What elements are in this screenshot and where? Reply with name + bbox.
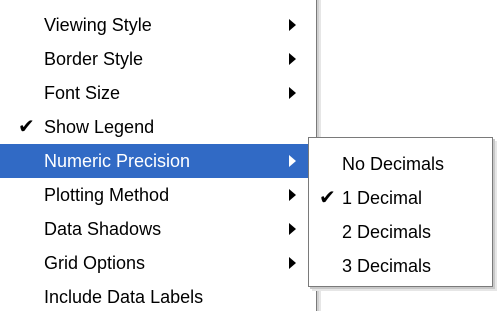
menu-item-label: Viewing Style	[44, 15, 152, 35]
submenu-arrow-icon	[289, 223, 296, 235]
menu-item-label: Data Shadows	[44, 219, 162, 239]
submenu-arrow-icon	[289, 189, 296, 201]
context-menu: Viewing Style Border Style Font Size ✔ S…	[0, 0, 317, 311]
submenu-item-3-decimals[interactable]: 3 Decimals	[309, 249, 492, 283]
checkmark-icon: ✔	[18, 116, 35, 138]
submenu-item-label: 2 Decimals	[342, 222, 432, 242]
menu-item-viewing-style[interactable]: Viewing Style	[0, 8, 316, 42]
menu-item-label: Font Size	[44, 83, 121, 103]
menu-item-border-style[interactable]: Border Style	[0, 42, 316, 76]
checkmark-icon: ✔	[319, 187, 336, 209]
menu-item-label: Numeric Precision	[44, 151, 191, 171]
submenu-arrow-icon	[289, 155, 296, 167]
menu-item-label: Grid Options	[44, 253, 146, 273]
menu-item-numeric-precision[interactable]: Numeric Precision	[0, 144, 316, 178]
menu-item-label: Plotting Method	[44, 185, 170, 205]
menu-item-label: Show Legend	[44, 117, 155, 137]
submenu-item-no-decimals[interactable]: No Decimals	[309, 147, 492, 181]
submenu-arrow-icon	[289, 87, 296, 99]
screen: Viewing Style Border Style Font Size ✔ S…	[0, 0, 502, 311]
numeric-precision-submenu: No Decimals ✔ 1 Decimal 2 Decimals 3 Dec…	[308, 137, 493, 287]
menu-item-include-data-labels[interactable]: Include Data Labels	[0, 280, 316, 311]
submenu-item-1-decimal[interactable]: ✔ 1 Decimal	[309, 181, 492, 215]
menu-item-grid-options[interactable]: Grid Options	[0, 246, 316, 280]
submenu-item-2-decimals[interactable]: 2 Decimals	[309, 215, 492, 249]
menu-item-show-legend[interactable]: ✔ Show Legend	[0, 110, 316, 144]
menu-item-label: Include Data Labels	[44, 287, 204, 307]
submenu-arrow-icon	[289, 257, 296, 269]
submenu-item-label: 3 Decimals	[342, 256, 432, 276]
submenu-item-label: No Decimals	[342, 154, 445, 174]
submenu-arrow-icon	[289, 19, 296, 31]
menu-item-plotting-method[interactable]: Plotting Method	[0, 178, 316, 212]
submenu-arrow-icon	[289, 53, 296, 65]
menu-item-data-shadows[interactable]: Data Shadows	[0, 212, 316, 246]
menu-item-label: Border Style	[44, 49, 144, 69]
menu-item-font-size[interactable]: Font Size	[0, 76, 316, 110]
submenu-item-label: 1 Decimal	[342, 188, 423, 208]
